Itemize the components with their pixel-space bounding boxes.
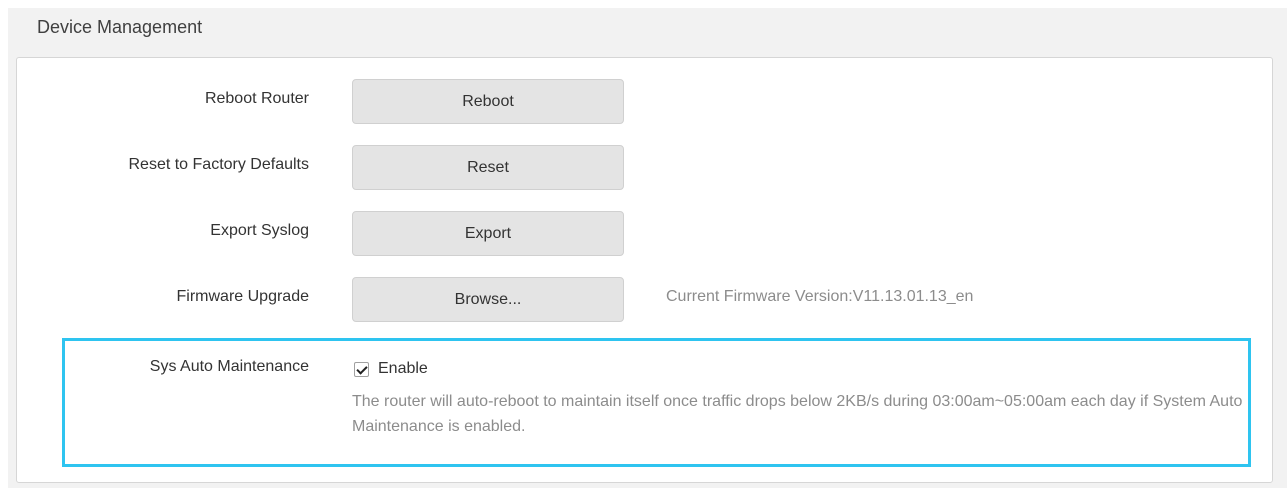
firmware-upgrade-label: Firmware Upgrade: [176, 288, 309, 305]
export-syslog-label: Export Syslog: [210, 222, 309, 239]
enable-checkbox[interactable]: [354, 361, 369, 377]
enable-checkbox-group[interactable]: Enable: [354, 360, 428, 378]
reset-button[interactable]: Reset: [352, 145, 624, 190]
section-title: Device Management: [37, 17, 203, 37]
export-button[interactable]: Export: [352, 211, 624, 256]
firmware-version-text: Current Firmware Version:V11.13.01.13_en: [666, 288, 974, 305]
browse-button[interactable]: Browse...: [352, 277, 624, 322]
sys-auto-maintenance-label: Sys Auto Maintenance: [149, 358, 309, 375]
reboot-button[interactable]: Reboot: [352, 79, 624, 124]
enable-checkbox-label[interactable]: Enable: [378, 360, 428, 378]
reboot-router-label: Reboot Router: [204, 90, 309, 107]
auto-maintenance-description: The router will auto-reboot to maintain …: [352, 393, 1243, 435]
reset-factory-label: Reset to Factory Defaults: [128, 156, 309, 173]
